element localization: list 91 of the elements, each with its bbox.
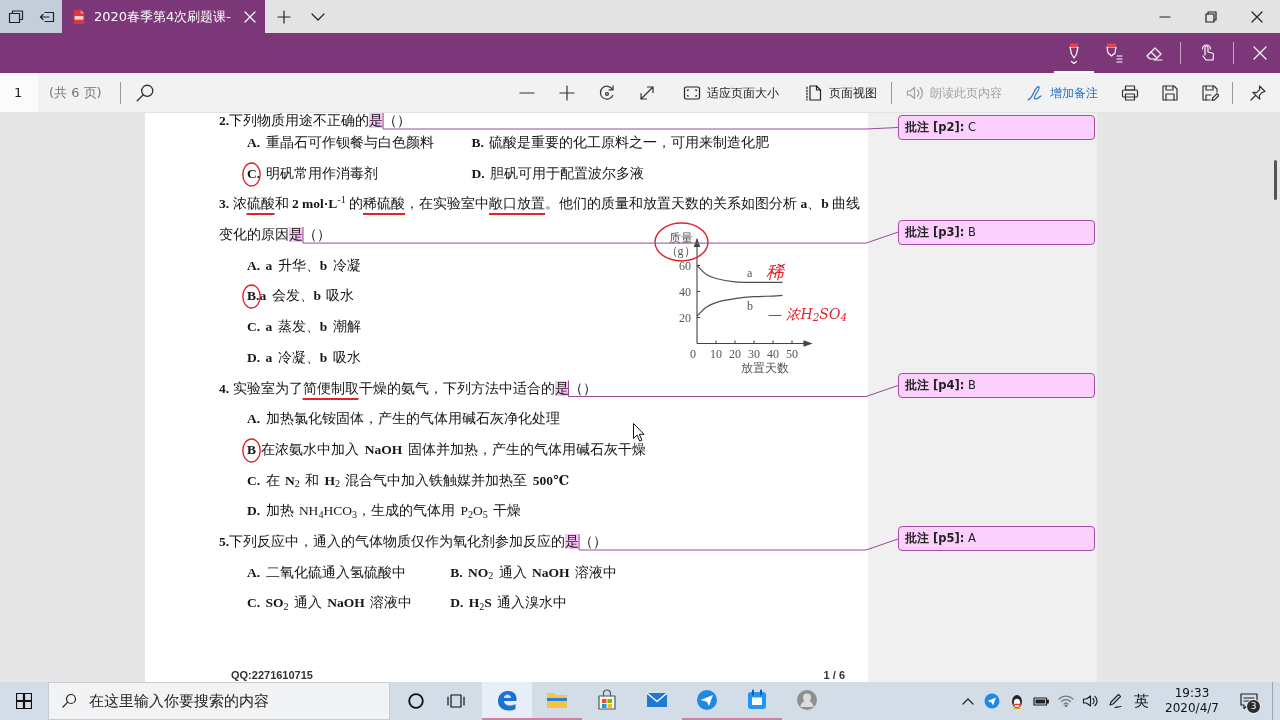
speaker-icon — [1082, 695, 1099, 707]
curve-label: b — [747, 298, 753, 313]
add-note-button[interactable]: 增加备注 — [1018, 72, 1106, 113]
axis-title: 质量（g） — [664, 231, 697, 258]
question-text: 3. 浓硫酸和 2 mol·L$^{-1}$ 的稀硫酸，在实验室中敞口放置。他们的质量和放置天数的关系如图分析 a、b 曲线 — [219, 193, 861, 214]
comment-box[interactable]: 批注 [p4]: B — [898, 373, 1095, 399]
paper-plane-icon — [696, 689, 718, 711]
caret-up-icon — [961, 697, 974, 705]
swirl-logo-icon — [496, 689, 518, 711]
axis-tick-label: 20 — [729, 346, 741, 361]
speech-bubble-icon — [1239, 692, 1259, 710]
axis-tick-label: 60 — [679, 258, 691, 273]
pen-icon — [1106, 693, 1123, 709]
axis-tick-label: 40 — [767, 346, 779, 361]
answer-option: D. H$_{2}$S 通入溴水中 — [450, 595, 568, 611]
comment-box[interactable]: 批注 [p3]: B — [898, 219, 1095, 245]
shopping-bag-icon — [596, 689, 618, 711]
fit-page-button[interactable]: 适应页面大小 — [675, 72, 787, 113]
answer-option: A. a 升华、b 冷凝 — [247, 257, 361, 273]
close-icon — [1252, 45, 1268, 61]
pin-icon — [1249, 83, 1267, 102]
comment-box[interactable]: 批注 [p2]: C — [898, 115, 1095, 140]
answer-option: D. 加热 NH$_{4}$HCO$_{3}$，生成的气体用 P$_{2}$O$_{5}$ 干燥 — [247, 503, 522, 519]
close-icon — [243, 10, 256, 23]
browser-tab[interactable]: 2020春季第4次刷题课- — [62, 0, 265, 33]
highlighter-icon — [1104, 41, 1124, 65]
taskbar-app-button[interactable] — [482, 682, 532, 720]
taskbar-search-field[interactable]: 在这里输入你要搜索的内容 — [48, 682, 390, 720]
curve-label: a — [747, 266, 753, 281]
answer-option: B. NO$_{2}$ 通入 NaOH 溶液中 — [450, 564, 617, 580]
answer-option: C. a 蒸发、b 潮解 — [247, 319, 361, 335]
notification-count: 3 — [1246, 699, 1261, 714]
printer-icon — [1121, 83, 1139, 102]
plus-icon — [558, 83, 576, 102]
handwritten-note: — 浓H$_{2}$SO$_{4}$ — [768, 304, 848, 325]
restore-icon — [1205, 10, 1217, 23]
diagonal-arrows-icon — [638, 83, 656, 102]
close-icon — [1251, 10, 1263, 23]
tab-stack-icon — [7, 8, 24, 25]
calendar-icon — [746, 689, 768, 711]
page-view-button[interactable]: 页面视图 — [797, 72, 885, 113]
axis-title: 放置天数 — [740, 361, 790, 375]
page-number-text: 1 / 6 — [823, 669, 845, 682]
answer-option: D. 胆矾可用于配置波尔多液 — [471, 165, 644, 181]
answer-option: A. 二氧化硫通入氢硫酸中 — [247, 564, 406, 580]
axis-tick-label: 50 — [786, 346, 798, 361]
question-text: 2.下列物质用途不正确的是（） — [219, 113, 412, 128]
clock-button[interactable]: 19:33 2020/4/7 — [1159, 682, 1225, 720]
answer-option: B 在浓氨水中加入 NaOH 固体并加热，产生的气体用碱石灰干燥 — [247, 441, 646, 457]
answer-option: C. SO$_{2}$ 通入 NaOH 溶液中 — [247, 595, 413, 611]
mouse-pointer-icon — [633, 423, 645, 442]
footer-text: QQ:2271610715 — [231, 669, 313, 682]
handwritten-note: 稀 — [766, 259, 784, 284]
answer-option: A. 加热氯化铵固体，产生的气体用碱石灰净化处理 — [247, 411, 560, 427]
page-number-field[interactable]: 1 — [0, 73, 38, 112]
search-icon — [61, 693, 77, 709]
axis-tick-label: 30 — [748, 346, 760, 361]
axis-tick-label: 10 — [710, 346, 722, 361]
floppy-pen-icon — [1201, 83, 1219, 102]
axis-tick-label: 20 — [679, 310, 691, 325]
answer-option: A. 重晶石可作钡餐与白色颜料 — [247, 135, 434, 150]
scrollbar-thumb[interactable] — [1274, 160, 1277, 200]
answer-option: C. 在 N$_{2}$ 和 H$_{2}$ 混合气中加入铁触媒并加热至 500℃ — [247, 472, 570, 488]
pen-squiggle-icon — [1026, 83, 1044, 102]
axis-tick-label: 40 — [679, 284, 691, 299]
ring-icon — [408, 693, 424, 709]
minus-icon — [519, 91, 535, 94]
paper-plane-icon — [984, 693, 1001, 709]
question-text: 4. 实验室为了简便制取干燥的氨气，下列方法中适合的是（） — [219, 379, 597, 398]
avatar-icon — [796, 689, 818, 711]
question-text: 5.下列反应中，通入的气体物质仅作为氧化剂参加反应的是（） — [219, 532, 608, 551]
windows-logo-icon — [16, 693, 32, 709]
document-icon — [72, 7, 86, 26]
answer-option: D. a 冷凝、b 吸水 — [247, 349, 361, 365]
answer-option: C. 明矾常用作消毒剂 — [247, 165, 378, 181]
answer-option: B. 硫酸是重要的化工原料之一，可用来制造化肥 — [471, 135, 770, 150]
comment-box[interactable]: 批注 [p5]: A — [898, 526, 1095, 552]
axis-tick-label: 0 — [690, 346, 696, 361]
task-view-icon — [447, 694, 465, 708]
input-method-button[interactable]: 英 — [1127, 682, 1155, 720]
frame-icon — [683, 83, 701, 102]
plus-icon — [277, 9, 291, 24]
minimize-icon — [1159, 15, 1171, 18]
chevron-down-icon — [311, 12, 325, 21]
search-icon — [134, 82, 155, 103]
question-text: 变化的原因是（） — [219, 226, 331, 245]
page-count-label: (共 6 页) — [49, 83, 102, 102]
page-icon — [805, 83, 823, 102]
wifi-icon — [1057, 695, 1074, 707]
battery-icon — [1033, 696, 1050, 706]
circular-arrow-icon — [598, 83, 616, 102]
